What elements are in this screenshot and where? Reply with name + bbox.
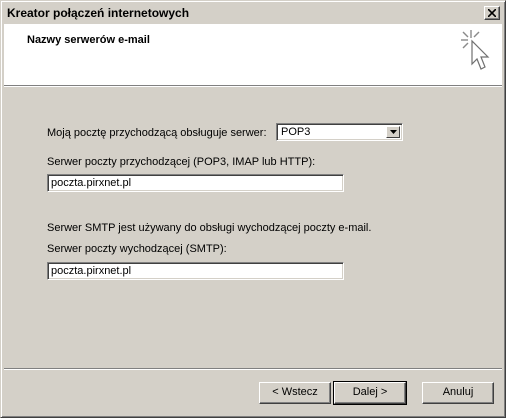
back-button[interactable]: < Wstecz [259, 382, 331, 404]
incoming-server-label: Serwer poczty przychodzącej (POP3, IMAP … [47, 156, 316, 168]
outgoing-server-field[interactable] [47, 262, 344, 280]
chevron-down-icon [390, 130, 397, 134]
wizard-window: Kreator połączeń internetowych Nazwy ser… [0, 0, 506, 418]
wizard-cursor-icon [461, 30, 490, 70]
window-title: Kreator połączeń internetowych [7, 6, 190, 20]
footer-separator [4, 368, 502, 370]
cancel-button[interactable]: Anuluj [422, 382, 494, 404]
incoming-type-label: Moją pocztę przychodzącą obsługuje serwe… [47, 127, 267, 139]
outgoing-server-input[interactable] [50, 264, 341, 278]
close-icon [488, 9, 496, 17]
incoming-server-type-value: POP3 [281, 126, 311, 138]
next-button[interactable]: Dalej > [333, 381, 407, 405]
smtp-info-text: Serwer SMTP jest używany do obsługi wych… [47, 222, 372, 234]
incoming-server-field[interactable] [47, 174, 344, 192]
outgoing-server-label: Serwer poczty wychodzącej (SMTP): [47, 243, 227, 255]
title-bar[interactable]: Kreator połączeń internetowych [4, 4, 502, 22]
incoming-server-type-select[interactable]: POP3 [276, 123, 403, 141]
incoming-server-input[interactable] [50, 176, 341, 190]
header-panel: Nazwy serwerów e-mail [4, 24, 502, 87]
page-title: Nazwy serwerów e-mail [27, 34, 150, 46]
dropdown-button[interactable] [386, 126, 400, 138]
close-button[interactable] [484, 6, 500, 20]
